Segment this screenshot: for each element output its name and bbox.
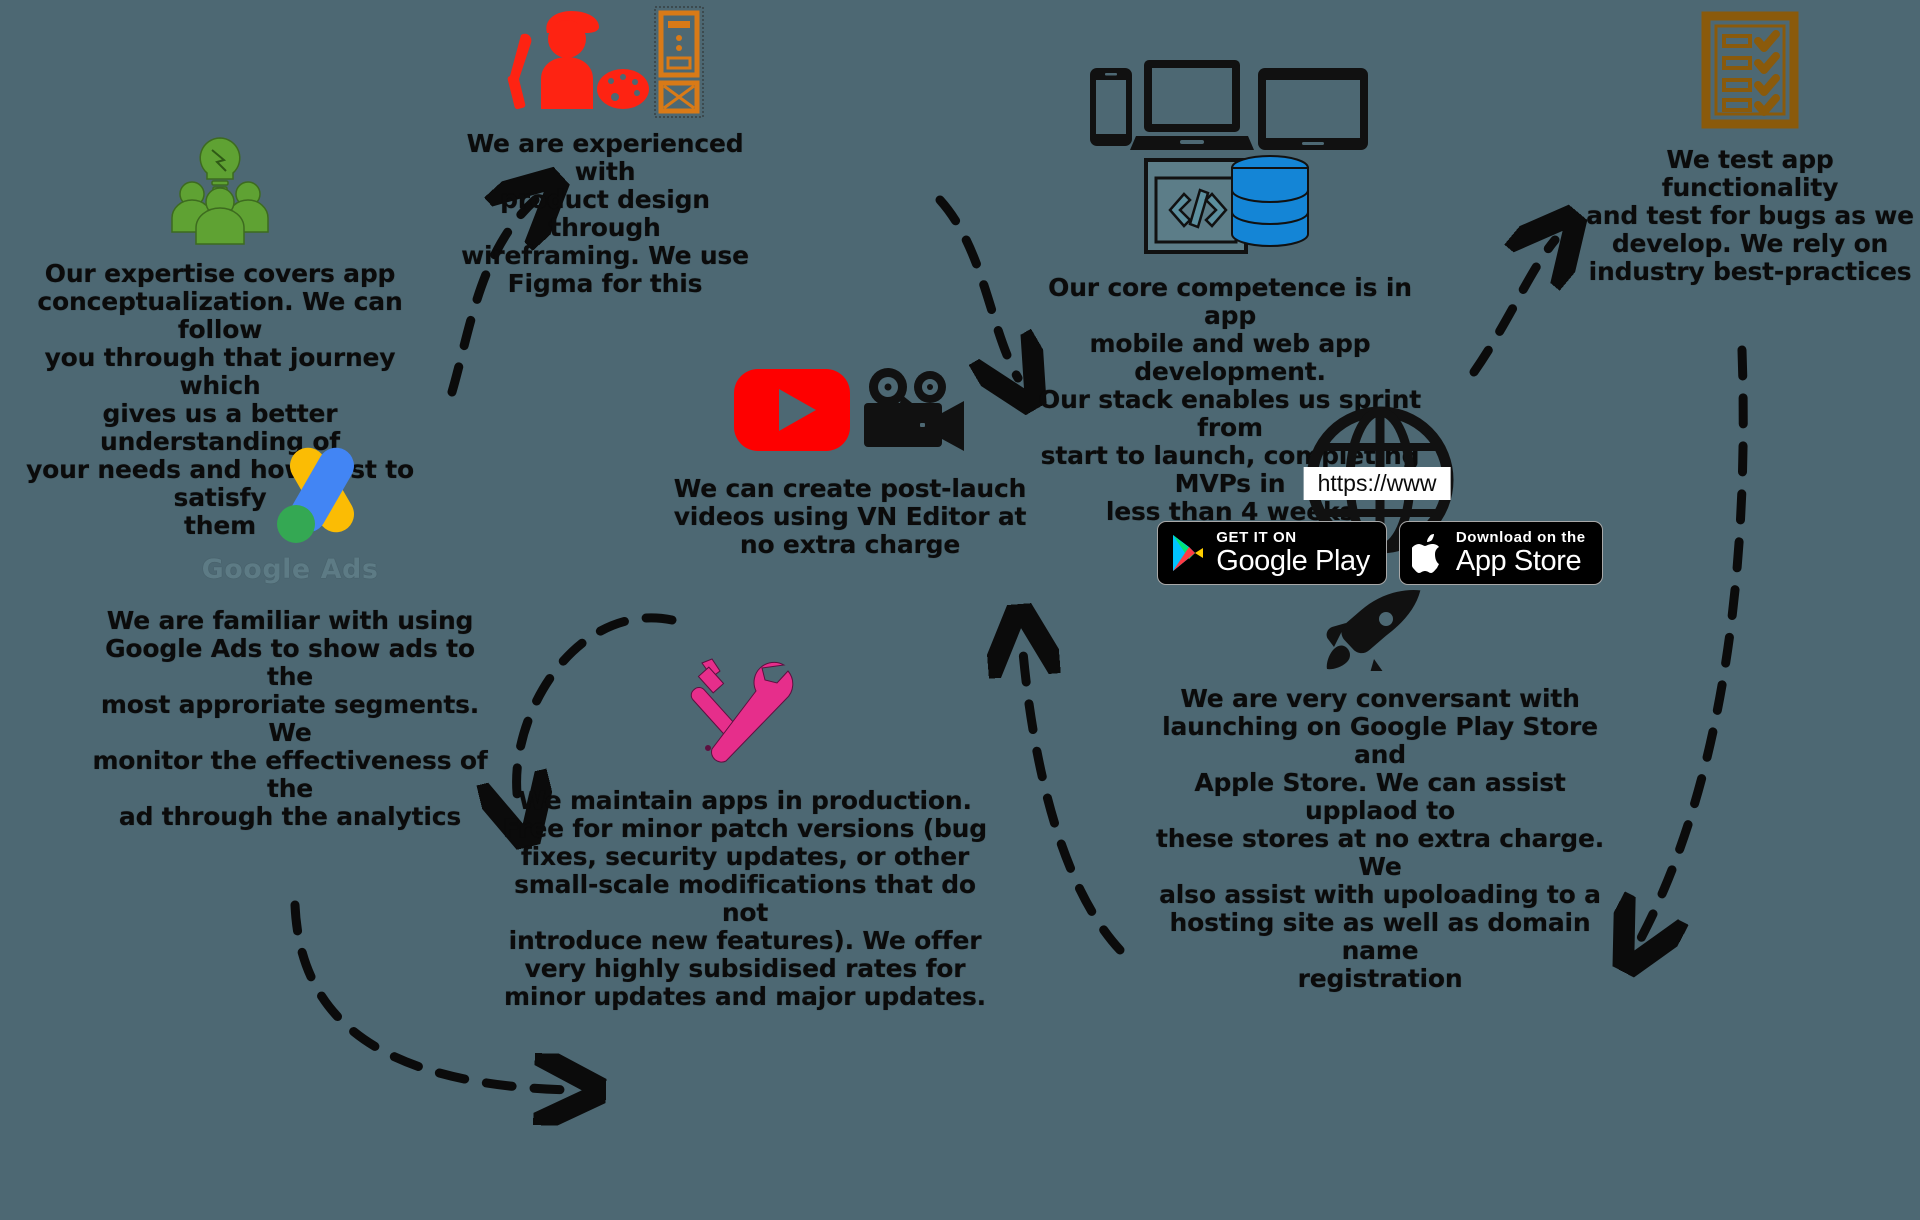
rocket-icon [1326,590,1421,671]
google-play-triangle-icon [1173,535,1204,571]
app-store-badge[interactable]: Download on the App Store [1398,521,1603,585]
google-play-small-label: GET IT ON [1216,529,1297,546]
diagram-canvas: Our expertise covers app conceptualizati… [0,0,1920,1220]
movie-camera-icon [864,368,964,451]
checklist-clipboard-icon [1700,10,1800,130]
node-testing: We test app functionality and test for b… [1580,10,1920,286]
google-play-badge[interactable]: GET IT ON Google Play [1157,521,1387,585]
node-ads: Google Ads We are familiar with using Go… [85,440,495,831]
devices-code-database-icon [1080,50,1380,260]
connector-launch-to-video [1022,640,1125,955]
google-ads-wordmark: Google Ads [201,554,379,585]
app-store-small-label: Download on the [1455,529,1586,546]
launch-caption: We are very conversant with launching on… [1155,684,1605,993]
testing-caption: We test app functionality and test for b… [1586,145,1914,286]
node-design: We are experienced with product design t… [455,5,755,298]
designer-palette-wireframe-icon [505,5,705,120]
connector-development-to-testing [1469,240,1555,377]
google-play-big-label: Google Play [1216,545,1370,577]
url-chip: https://www [1303,467,1451,500]
youtube-play-icon [734,369,850,451]
google-ads-logo-icon [277,447,355,543]
people-idea-bulb-icon [160,130,280,250]
app-store-big-label: App Store [1455,545,1582,577]
ads-caption: We are familiar with using Google Ads to… [92,606,488,831]
wrench-screwdriver-icon [690,655,800,765]
launch-icon-group: https://www GET IT ON Google Play Downlo… [1157,405,1603,671]
design-caption: We are experienced with product design t… [461,129,749,298]
apple-logo-icon [1411,534,1439,573]
store-badges: GET IT ON Google Play Download on the Ap… [1157,521,1603,585]
maintenance-caption: We maintain apps in production. Free for… [503,786,987,1011]
node-maintenance: We maintain apps in production. Free for… [495,655,995,1011]
video-icon-group [732,365,968,455]
google-ads-icon-group: Google Ads [202,440,379,585]
node-launch: https://www GET IT ON Google Play Downlo… [1140,405,1620,993]
connector-testing-to-launch [1640,345,1748,940]
video-caption: We can create post-lauch videos using VN… [673,474,1027,559]
node-video: We can create post-lauch videos using VN… [640,365,1060,559]
connector-design-to-development [935,195,1018,378]
